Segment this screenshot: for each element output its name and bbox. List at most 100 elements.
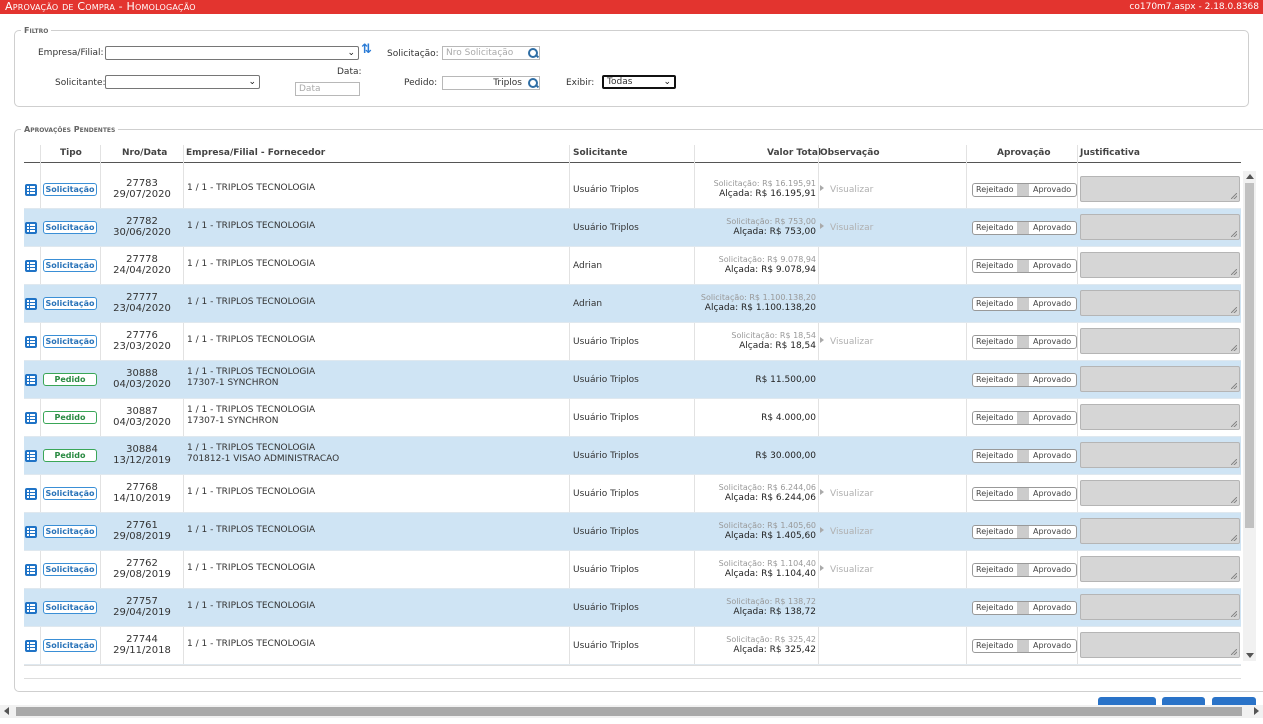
toggle-rejeitado[interactable]: Rejeitado bbox=[976, 640, 1014, 652]
col-aprovacao[interactable]: Aprovação bbox=[997, 148, 1051, 158]
approval-toggle[interactable]: Rejeitado Aprovado bbox=[972, 297, 1077, 311]
toggle-rejeitado[interactable]: Rejeitado bbox=[976, 374, 1014, 386]
scroll-thumb[interactable] bbox=[16, 707, 1242, 716]
col-tipo[interactable]: Tipo bbox=[60, 148, 82, 158]
justificativa-textarea[interactable] bbox=[1080, 290, 1240, 316]
toggle-aprovado[interactable]: Aprovado bbox=[1033, 374, 1071, 386]
toggle-aprovado[interactable]: Aprovado bbox=[1033, 260, 1071, 272]
visualizar-link[interactable]: Visualizar bbox=[820, 185, 873, 195]
approval-toggle[interactable]: Rejeitado Aprovado bbox=[972, 411, 1077, 425]
approval-toggle[interactable]: Rejeitado Aprovado bbox=[972, 221, 1077, 235]
list-icon[interactable] bbox=[25, 526, 37, 538]
scroll-up-icon[interactable] bbox=[1246, 174, 1254, 179]
col-justificativa[interactable]: Justificativa bbox=[1080, 148, 1140, 158]
action-button[interactable] bbox=[1162, 697, 1205, 705]
scroll-right-icon[interactable] bbox=[1254, 707, 1259, 715]
toggle-aprovado[interactable]: Aprovado bbox=[1033, 184, 1071, 196]
justificativa-textarea[interactable] bbox=[1080, 518, 1240, 544]
justificativa-textarea[interactable] bbox=[1080, 328, 1240, 354]
action-button[interactable] bbox=[1212, 697, 1256, 705]
list-icon[interactable] bbox=[25, 412, 37, 424]
col-solicitante[interactable]: Solicitante bbox=[573, 148, 627, 158]
list-icon[interactable] bbox=[25, 450, 37, 462]
approval-toggle[interactable]: Rejeitado Aprovado bbox=[972, 639, 1077, 653]
justificativa-textarea[interactable] bbox=[1080, 556, 1240, 582]
toggle-rejeitado[interactable]: Rejeitado bbox=[976, 526, 1014, 538]
exibir-select[interactable]: Todas ⌄ bbox=[602, 75, 676, 89]
col-nro-data[interactable]: Nro/Data bbox=[122, 148, 167, 158]
pedido-input[interactable]: Triplos bbox=[442, 76, 540, 90]
toggle-aprovado[interactable]: Aprovado bbox=[1033, 602, 1071, 614]
solicitacao-input[interactable]: Nro Solicitação bbox=[442, 46, 540, 60]
list-icon[interactable] bbox=[25, 602, 37, 614]
list-icon[interactable] bbox=[25, 374, 37, 386]
visualizar-link[interactable]: Visualizar bbox=[820, 337, 873, 347]
justificativa-textarea[interactable] bbox=[1080, 442, 1240, 468]
list-icon[interactable] bbox=[25, 222, 37, 234]
approval-toggle[interactable]: Rejeitado Aprovado bbox=[972, 487, 1077, 501]
justificativa-textarea[interactable] bbox=[1080, 366, 1240, 392]
list-icon[interactable] bbox=[25, 336, 37, 348]
toggle-aprovado[interactable]: Aprovado bbox=[1033, 564, 1071, 576]
col-valor-total[interactable]: Valor Total bbox=[767, 148, 821, 158]
justificativa-textarea[interactable] bbox=[1080, 404, 1240, 430]
action-button[interactable] bbox=[1098, 697, 1156, 705]
toggle-rejeitado[interactable]: Rejeitado bbox=[976, 450, 1014, 462]
approval-toggle[interactable]: Rejeitado Aprovado bbox=[972, 563, 1077, 577]
visualizar-link[interactable]: Visualizar bbox=[820, 489, 873, 499]
toggle-rejeitado[interactable]: Rejeitado bbox=[976, 602, 1014, 614]
search-icon[interactable] bbox=[527, 77, 539, 89]
data-input[interactable]: Data bbox=[295, 82, 360, 96]
list-icon[interactable] bbox=[25, 260, 37, 272]
justificativa-textarea[interactable] bbox=[1080, 176, 1240, 202]
scroll-down-icon[interactable] bbox=[1246, 653, 1254, 658]
toggle-rejeitado[interactable]: Rejeitado bbox=[976, 336, 1014, 348]
toggle-rejeitado[interactable]: Rejeitado bbox=[976, 260, 1014, 272]
approval-toggle[interactable]: Rejeitado Aprovado bbox=[972, 601, 1077, 615]
list-icon[interactable] bbox=[25, 640, 37, 652]
toggle-rejeitado[interactable]: Rejeitado bbox=[976, 564, 1014, 576]
list-icon[interactable] bbox=[25, 184, 37, 196]
approval-toggle[interactable]: Rejeitado Aprovado bbox=[972, 525, 1077, 539]
toggle-aprovado[interactable]: Aprovado bbox=[1033, 450, 1071, 462]
horizontal-scrollbar[interactable] bbox=[0, 705, 1263, 718]
list-icon[interactable] bbox=[25, 298, 37, 310]
toggle-aprovado[interactable]: Aprovado bbox=[1033, 298, 1071, 310]
justificativa-textarea[interactable] bbox=[1080, 632, 1240, 658]
toggle-aprovado[interactable]: Aprovado bbox=[1033, 412, 1071, 424]
justificativa-textarea[interactable] bbox=[1080, 594, 1240, 620]
toggle-rejeitado[interactable]: Rejeitado bbox=[976, 412, 1014, 424]
search-icon[interactable] bbox=[527, 47, 539, 59]
list-icon[interactable] bbox=[25, 564, 37, 576]
refresh-icon[interactable]: ⇅ bbox=[361, 43, 373, 57]
toggle-aprovado[interactable]: Aprovado bbox=[1033, 526, 1071, 538]
justificativa-textarea[interactable] bbox=[1080, 214, 1240, 240]
visualizar-link[interactable]: Visualizar bbox=[820, 223, 873, 233]
vertical-scrollbar[interactable] bbox=[1243, 171, 1256, 661]
toggle-rejeitado[interactable]: Rejeitado bbox=[976, 184, 1014, 196]
visualizar-link[interactable]: Visualizar bbox=[820, 565, 873, 575]
col-observacao[interactable]: Observação bbox=[820, 148, 880, 158]
approval-toggle[interactable]: Rejeitado Aprovado bbox=[972, 335, 1077, 349]
toggle-rejeitado[interactable]: Rejeitado bbox=[976, 222, 1014, 234]
toggle-aprovado[interactable]: Aprovado bbox=[1033, 640, 1071, 652]
justificativa-textarea[interactable] bbox=[1080, 252, 1240, 278]
col-empresa-fornecedor[interactable]: Empresa/Filial - Fornecedor bbox=[186, 148, 325, 158]
approval-toggle[interactable]: Rejeitado Aprovado bbox=[972, 449, 1077, 463]
empresa-cell: 1 / 1 - TRIPLOS TECNOLOGIA bbox=[187, 639, 315, 650]
toggle-rejeitado[interactable]: Rejeitado bbox=[976, 488, 1014, 500]
toggle-aprovado[interactable]: Aprovado bbox=[1033, 488, 1071, 500]
approval-toggle[interactable]: Rejeitado Aprovado bbox=[972, 373, 1077, 387]
scroll-thumb[interactable] bbox=[1245, 183, 1254, 528]
empresa-select[interactable]: ⌄ bbox=[105, 46, 359, 60]
list-icon[interactable] bbox=[25, 488, 37, 500]
approval-toggle[interactable]: Rejeitado Aprovado bbox=[972, 183, 1077, 197]
toggle-aprovado[interactable]: Aprovado bbox=[1033, 222, 1071, 234]
justificativa-textarea[interactable] bbox=[1080, 480, 1240, 506]
scroll-left-icon[interactable] bbox=[4, 707, 9, 715]
toggle-aprovado[interactable]: Aprovado bbox=[1033, 336, 1071, 348]
visualizar-link[interactable]: Visualizar bbox=[820, 527, 873, 537]
solicitante-select[interactable]: ⌄ bbox=[105, 75, 260, 89]
approval-toggle[interactable]: Rejeitado Aprovado bbox=[972, 259, 1077, 273]
toggle-rejeitado[interactable]: Rejeitado bbox=[976, 298, 1014, 310]
